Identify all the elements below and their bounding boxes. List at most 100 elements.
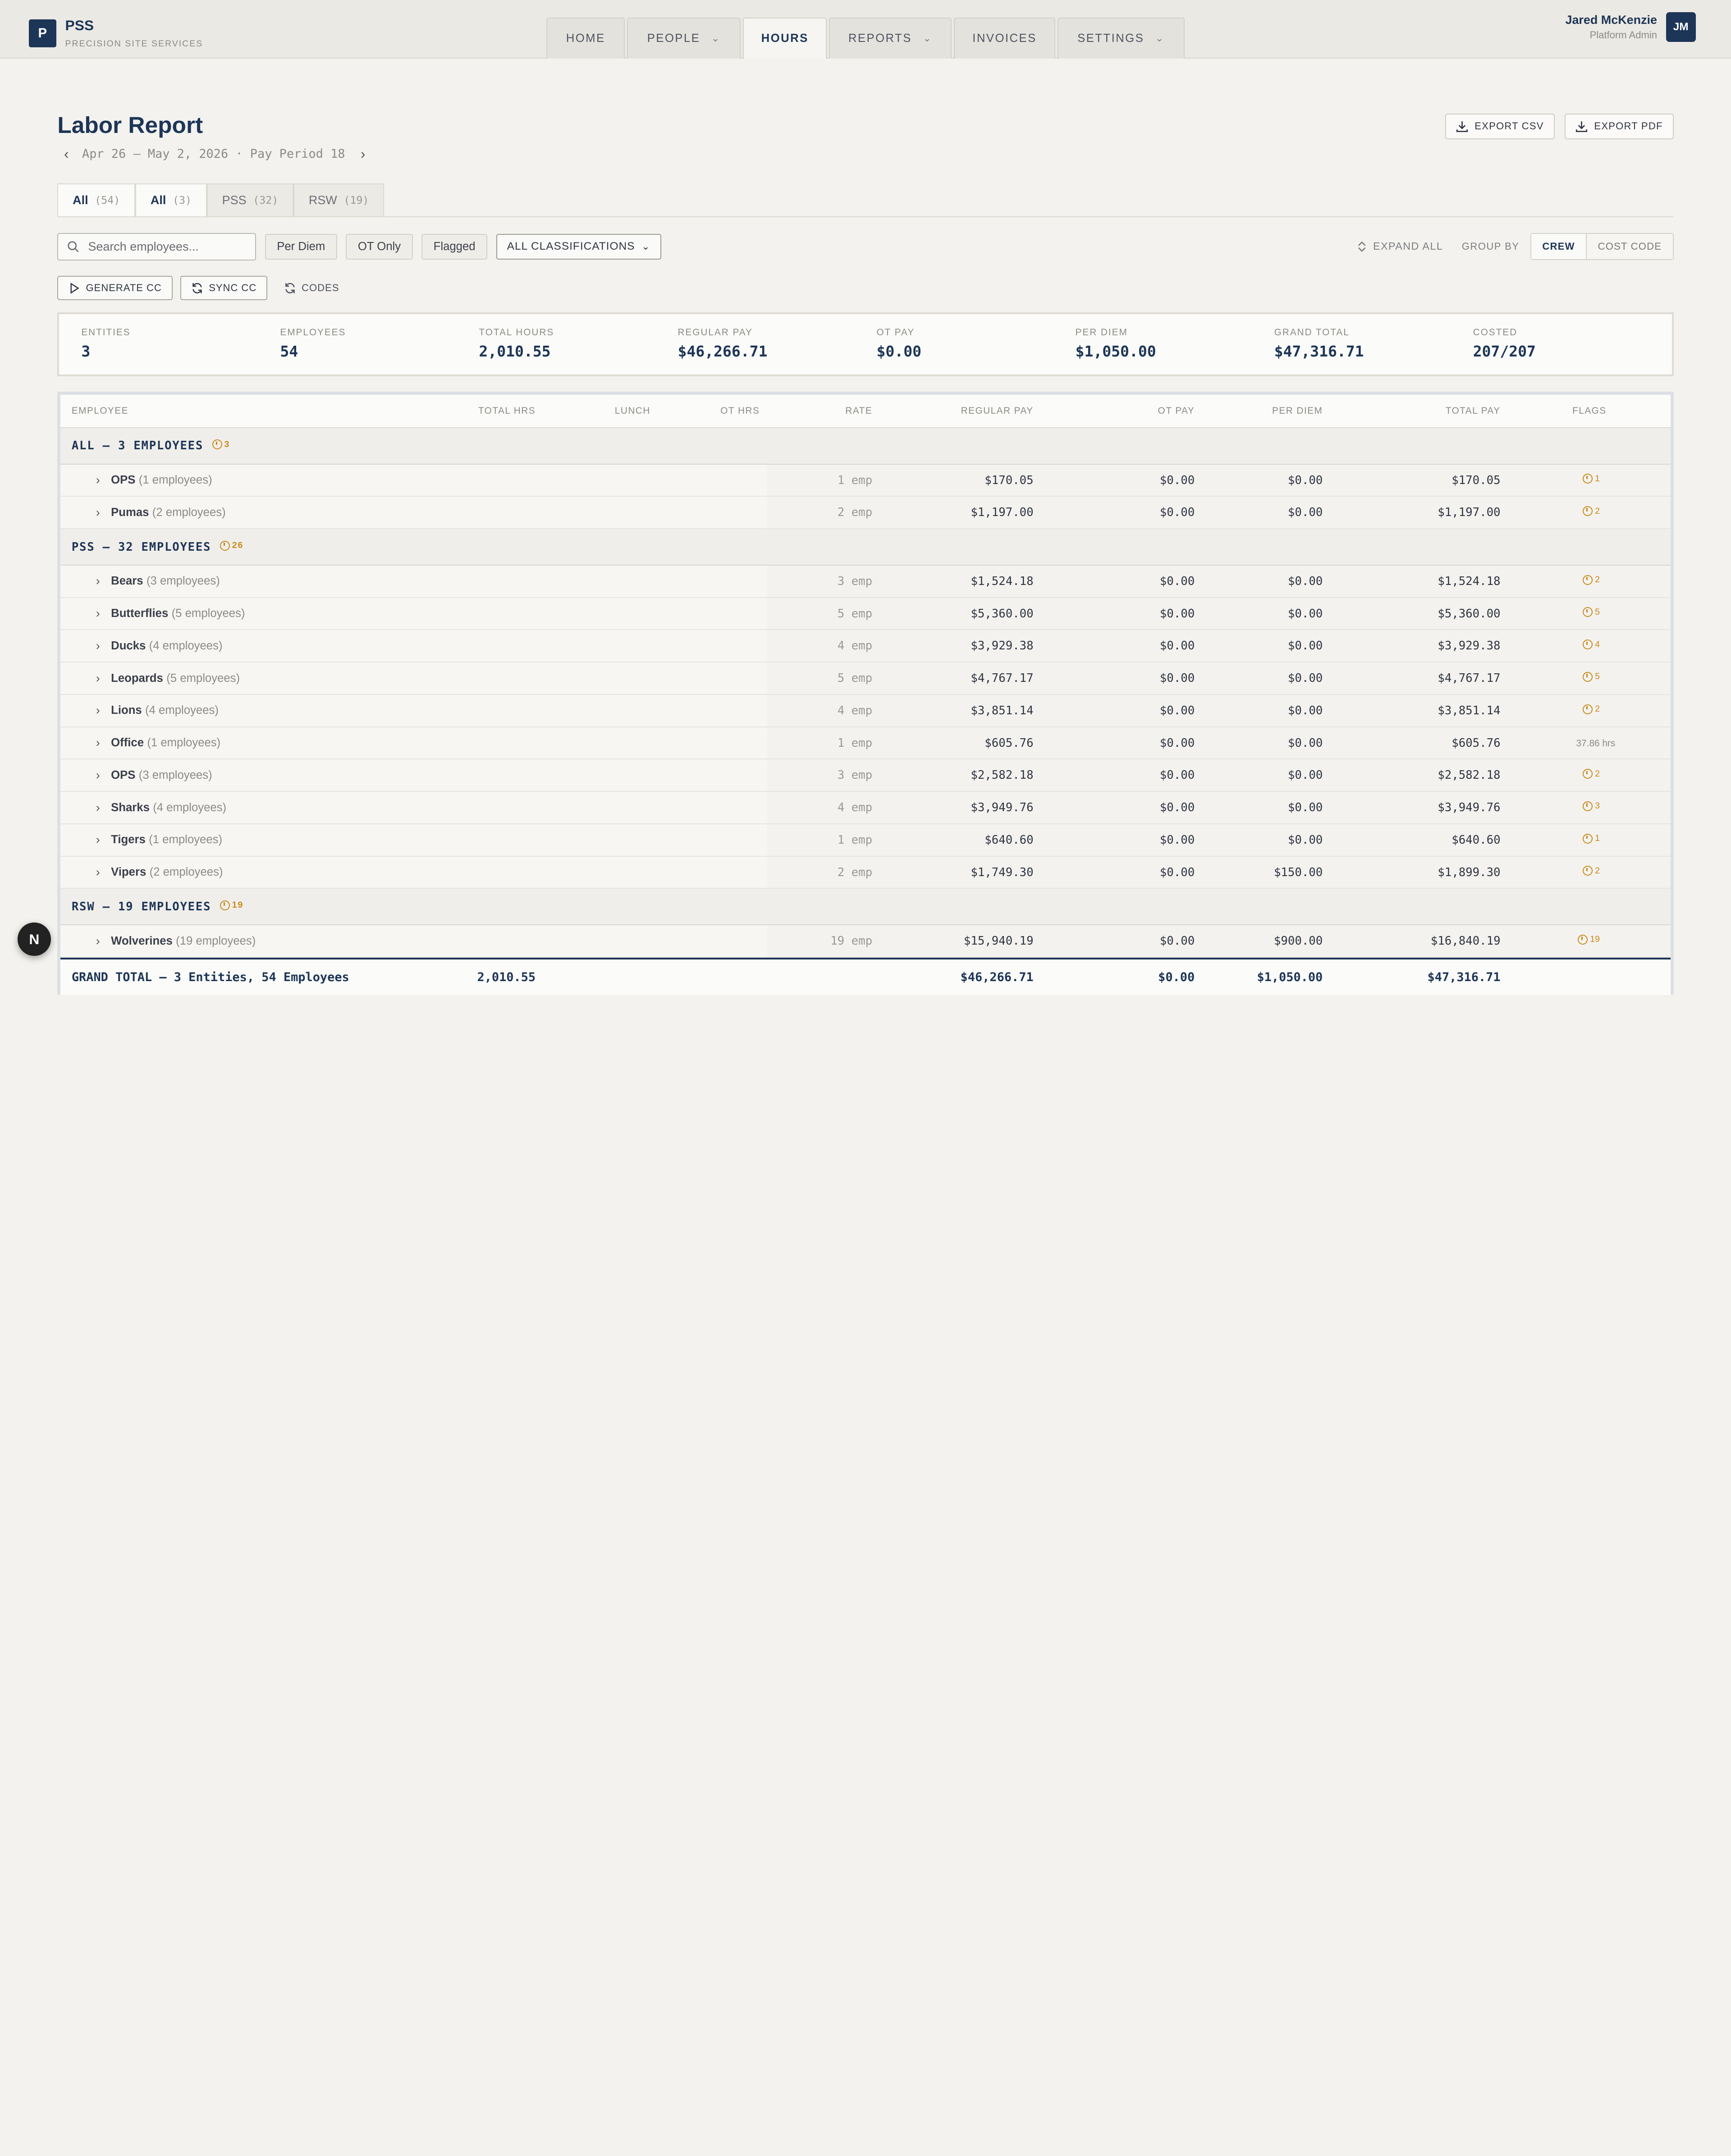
regular-pay-cell: $3,851.14	[971, 703, 1034, 717]
chevron-right-icon[interactable]: ›	[96, 607, 100, 621]
column-header: EMPLOYEE	[71, 406, 129, 416]
table-row[interactable]: › Vipers (2 employees) 2 emp $1,749.30 $0.00 $…	[60, 856, 1671, 889]
chevron-right-icon[interactable]: ›	[96, 833, 100, 847]
group-title: RSW — 19 EMPLOYEES 19	[72, 900, 243, 914]
row-shade	[767, 464, 1671, 496]
table-row[interactable]: › Tigers (1 employees) 1 emp $640.60 $0.00 $0.…	[60, 824, 1671, 857]
table-row[interactable]: › OPS (1 employees) 1 emp $170.05 $0.00 $0.00 $…	[60, 464, 1671, 497]
table-row[interactable]: › OPS (3 employees) 3 emp $2,582.18 $0.00 $0.0…	[60, 759, 1671, 792]
expand-all-button[interactable]: EXPAND ALL	[1356, 240, 1443, 252]
group-by-toggle: CREW COST CODE	[1530, 233, 1674, 260]
prev-period-icon[interactable]: ‹	[64, 146, 69, 162]
search-placeholder: Search employees...	[88, 239, 199, 253]
entity-tab-label: PSS	[222, 193, 247, 207]
flag-badge: 3	[1583, 801, 1600, 811]
labor-table: EMPLOYEE TOTAL HRS LUNCH OT HRS RATE REGULAR …	[57, 392, 1674, 996]
table-row[interactable]: › Ducks (4 employees) 4 emp $3,929.38 $0.00 $0…	[60, 630, 1671, 663]
crew-label: OPS	[111, 474, 136, 487]
nav-tab-people[interactable]: PEOPLE ⌄	[627, 18, 741, 59]
entity-tab-all[interactable]: All (3)	[135, 183, 207, 218]
group-title-label: ALL — 3 EMPLOYEES	[71, 439, 204, 453]
table-row[interactable]: › Office (1 employees) 1 emp $605.76 $0.00 $0.…	[60, 727, 1671, 760]
chevron-right-icon[interactable]: ›	[96, 703, 100, 717]
export-pdf-button[interactable]: EXPORT PDF	[1564, 114, 1674, 139]
group-by-crew[interactable]: CREW	[1531, 233, 1587, 260]
grand-total-pay: $47,316.71	[1427, 970, 1501, 985]
per-diem-filter[interactable]: Per Diem	[265, 234, 337, 260]
chevron-right-icon[interactable]: ›	[96, 574, 100, 588]
nav-tab-home[interactable]: HOME	[546, 18, 625, 59]
brand-subtitle: PRECISION SITE SERVICES	[65, 38, 203, 49]
nav-tab-hours[interactable]: HOURS	[743, 18, 827, 59]
group-by-cost-code[interactable]: COST CODE	[1587, 233, 1673, 260]
entity-tab-count: (54)	[95, 194, 120, 206]
assistant-fab[interactable]: N	[18, 923, 51, 956]
table-row[interactable]: › Butterflies (5 employees) 5 emp $5,360.00 $…	[60, 598, 1671, 630]
crew-name: › Sharks (4 employees)	[96, 801, 226, 815]
flag-cell: 2	[1583, 769, 1600, 782]
nav-tab-label: SETTINGS	[1077, 32, 1145, 45]
chevron-right-icon[interactable]: ›	[96, 473, 100, 487]
table-row[interactable]: › Bears (3 employees) 3 emp $1,524.18 $0.00 $0…	[60, 565, 1671, 598]
crew-name: › Bears (3 employees)	[96, 574, 220, 588]
user-menu[interactable]: Jared McKenzie Platform Admin JM	[1565, 12, 1696, 42]
crew-label: Bears	[111, 575, 143, 588]
sync-cc-button[interactable]: SYNC CC	[180, 276, 268, 301]
flag-cell: 1	[1583, 474, 1600, 487]
table-row[interactable]: › Sharks (4 employees) 4 emp $3,949.76 $0.00 $…	[60, 792, 1671, 824]
ot-pay-cell: $0.00	[1159, 473, 1195, 487]
rate-cell: 4 emp	[837, 801, 873, 815]
flag-cell: 2	[1583, 506, 1600, 520]
chevron-right-icon[interactable]: ›	[96, 934, 100, 948]
regular-pay-cell: $3,949.76	[971, 801, 1034, 815]
table-row[interactable]: › Lions (4 employees) 4 emp $3,851.14 $0.00 $0…	[60, 694, 1671, 727]
chevron-right-icon[interactable]: ›	[96, 801, 100, 815]
chevron-right-icon[interactable]: ›	[96, 736, 100, 750]
entity-tab-pss[interactable]: PSS (32)	[206, 183, 294, 218]
chevron-right-icon[interactable]: ›	[96, 865, 100, 879]
per-diem-cell: $0.00	[1287, 671, 1323, 685]
main-nav: HOME PEOPLE ⌄ HOURS REPORTS ⌄ INVOICES SETTINGS…	[546, 18, 1186, 59]
entity-tab-rsw[interactable]: RSW (19)	[293, 183, 385, 218]
table-row[interactable]: › Leopards (5 employees) 5 emp $4,767.17 $0.0…	[60, 662, 1671, 695]
generate-cc-button[interactable]: GENERATE CC	[57, 276, 173, 301]
stat-employees: EMPLOYEES 54	[280, 314, 479, 375]
flag-badge: 5	[1583, 671, 1600, 682]
search-icon	[68, 241, 79, 252]
nav-tab-reports[interactable]: REPORTS ⌄	[829, 18, 952, 59]
stat-label: TOTAL HOURS	[479, 327, 554, 338]
entity-tab-label: All	[73, 193, 88, 207]
export-csv-button[interactable]: EXPORT CSV	[1445, 114, 1555, 139]
group-header[interactable]: RSW — 19 EMPLOYEES 19	[60, 889, 1671, 926]
crew-label: Pumas	[111, 506, 149, 519]
table-row[interactable]: › Pumas (2 employees) 2 emp $1,197.00 $0.00 $0…	[60, 497, 1671, 530]
flag-count: 19	[1590, 934, 1600, 945]
classification-select[interactable]: ALL CLASSIFICATIONS ⌄	[496, 234, 661, 260]
total-pay-cell: $1,899.30	[1438, 865, 1501, 879]
search-input[interactable]: Search employees...	[57, 233, 256, 260]
chevron-right-icon[interactable]: ›	[96, 506, 100, 520]
next-period-icon[interactable]: ›	[361, 146, 366, 162]
chevron-right-icon[interactable]: ›	[96, 639, 100, 653]
ot-only-filter[interactable]: OT Only	[346, 234, 413, 260]
brand[interactable]: P PSS PRECISION SITE SERVICES	[28, 18, 203, 49]
flagged-filter[interactable]: Flagged	[421, 234, 488, 260]
table-row[interactable]: › Wolverines (19 employees) 19 emp $15,940.1…	[60, 925, 1671, 958]
crew-name: › Lions (4 employees)	[96, 703, 219, 717]
regular-pay-cell: $170.05	[985, 473, 1034, 487]
alert-circle-icon	[1583, 474, 1593, 484]
avatar[interactable]: JM	[1666, 12, 1696, 42]
chevron-right-icon[interactable]: ›	[96, 768, 100, 782]
column-header: FLAGS	[1572, 406, 1607, 416]
chevron-right-icon[interactable]: ›	[96, 671, 100, 685]
nav-tab-invoices[interactable]: INVOICES	[953, 18, 1056, 59]
nav-tab-settings[interactable]: SETTINGS ⌄	[1058, 18, 1185, 59]
codes-button[interactable]: CODES	[284, 282, 339, 294]
row-shade	[767, 497, 1671, 529]
entity-tab-all[interactable]: All (54)	[57, 183, 136, 218]
group-header[interactable]: PSS — 32 EMPLOYEES 26	[60, 529, 1671, 566]
alert-circle-icon	[1583, 833, 1593, 844]
codes-label: CODES	[302, 282, 339, 294]
group-header[interactable]: ALL — 3 EMPLOYEES 3	[60, 428, 1671, 465]
flag-cell: 5	[1583, 607, 1600, 621]
